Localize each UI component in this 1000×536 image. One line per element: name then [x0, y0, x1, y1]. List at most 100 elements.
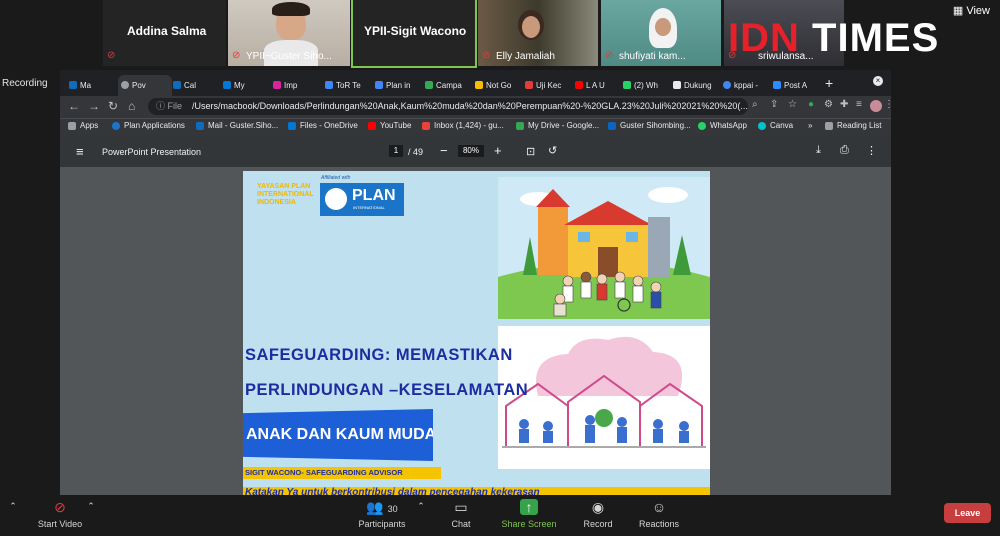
more-options-icon[interactable]: ⋮: [866, 144, 877, 157]
participant-tile[interactable]: ⊘ Elly Jamaliah: [478, 0, 598, 66]
bookmark-item[interactable]: Plan Applications: [112, 121, 185, 130]
recording-indicator: Recording: [2, 78, 48, 89]
participant-label: Elly Jamaliah: [496, 51, 555, 62]
extension-icon[interactable]: ⚙: [824, 99, 833, 110]
chat-button[interactable]: ▭ Chat: [444, 499, 478, 529]
bookmark-item[interactable]: Guster Sihombing...: [608, 121, 691, 130]
browser-tab-active[interactable]: Pov: [118, 75, 172, 96]
page-total: / 49: [408, 147, 424, 157]
forward-icon[interactable]: →: [88, 99, 100, 113]
affiliated-label: Affiliated with: [321, 175, 351, 181]
bookmark-label: Guster Sihombing...: [620, 121, 691, 130]
zoom-level-input[interactable]: 80%: [458, 145, 484, 157]
pdf-title: PowerPoint Presentation: [102, 147, 202, 157]
extension-icon[interactable]: ●: [808, 99, 814, 110]
fit-page-icon[interactable]: ⊡: [526, 145, 535, 158]
new-tab-button[interactable]: +: [825, 75, 833, 91]
leave-button[interactable]: Leave: [944, 503, 991, 523]
bookmark-item[interactable]: WhatsApp: [698, 121, 747, 130]
download-icon[interactable]: ⤓: [816, 144, 821, 157]
browser-tab[interactable]: Not Go: [472, 75, 524, 96]
participant-tile[interactable]: ⊘ shufiyati kam...: [601, 0, 721, 66]
plan-international-logo: PLAN INTERNATIONAL: [320, 183, 404, 216]
participant-count: 30: [387, 504, 398, 514]
reading-list-button[interactable]: Reading List: [825, 121, 881, 130]
page-number-input[interactable]: 1: [389, 145, 403, 157]
record-icon: ◉: [591, 499, 605, 515]
rotate-icon[interactable]: ↺: [548, 144, 557, 157]
tab-label: My: [234, 81, 245, 90]
browser-tab[interactable]: Plan in: [372, 75, 424, 96]
mic-muted-icon: ⊘: [605, 50, 614, 61]
home-icon[interactable]: ⌂: [128, 99, 135, 113]
bookmark-item[interactable]: Mail - Guster.Siho...: [196, 121, 278, 130]
browser-tab[interactable]: Campa: [422, 75, 476, 96]
tab-label: kppai -: [734, 81, 759, 90]
file-scheme-label: ⓘ File: [156, 101, 182, 111]
slide-title-line1: SAFEGUARDING: MEMASTIKAN: [245, 346, 513, 364]
bookmark-item[interactable]: Canva: [758, 121, 793, 130]
bookmark-apps[interactable]: Apps: [68, 121, 98, 130]
share-icon[interactable]: ⇪: [770, 99, 778, 110]
hamburger-menu-icon[interactable]: ≡: [76, 144, 84, 159]
houses-community-illustration: [498, 326, 710, 469]
browser-tab[interactable]: Ma: [66, 75, 118, 96]
zoom-out-button[interactable]: −: [440, 143, 448, 158]
participant-tile[interactable]: ⊘ YPII~Guster Siho...: [228, 0, 350, 66]
reading-list-icon[interactable]: ≡: [856, 99, 862, 110]
browser-tab[interactable]: Post A: [770, 75, 824, 96]
print-icon[interactable]: ⎙: [840, 144, 849, 157]
participants-options-caret[interactable]: ⌃: [414, 501, 428, 512]
browser-menu-icon[interactable]: ⋮: [884, 99, 891, 110]
start-video-button[interactable]: ⊘ Start Video: [32, 499, 88, 529]
tab-label: Campa: [436, 81, 462, 90]
browser-tab[interactable]: Cal: [170, 75, 222, 96]
participants-button[interactable]: 👥 30 Participants: [352, 499, 412, 529]
share-screen-icon: ↑: [520, 499, 538, 515]
bookmark-item[interactable]: YouTube: [368, 121, 411, 130]
reactions-button[interactable]: ☺ Reactions: [636, 499, 682, 529]
participant-label: YPII~Guster Siho...: [246, 51, 332, 62]
share-screen-label: Share Screen: [501, 519, 557, 529]
zoom-icon[interactable]: ⌕: [752, 99, 758, 110]
slide-page: YAYASAN PLAN INTERNATIONAL INDONESIA Aff…: [243, 171, 710, 495]
view-label: View: [966, 5, 990, 17]
participant-tile-active-speaker[interactable]: YPII-Sigit Wacono: [351, 0, 477, 68]
record-button[interactable]: ◉ Record: [578, 499, 618, 529]
close-window-icon[interactable]: ×: [873, 76, 883, 86]
audio-options-caret[interactable]: ⌃: [6, 501, 20, 512]
bookmarks-bar: Apps Plan Applications Mail - Guster.Sih…: [60, 118, 891, 137]
view-button[interactable]: ▦ View: [953, 4, 990, 17]
tab-label: Imp: [284, 81, 298, 90]
browser-tab[interactable]: L A U: [572, 75, 624, 96]
bookmark-item[interactable]: Files - OneDrive: [288, 121, 358, 130]
slide-title-line2: PERLINDUNGAN –KESELAMATAN: [245, 381, 529, 399]
tab-label: Dukung: [684, 81, 712, 90]
plan-logo-icon: [325, 188, 347, 210]
url-input[interactable]: ⓘ File/Users/macbook/Downloads/Perlindun…: [148, 98, 748, 115]
browser-tab[interactable]: Imp: [270, 75, 322, 96]
extensions-puzzle-icon[interactable]: ✚: [840, 99, 848, 110]
url-prefix: File: [167, 101, 183, 111]
reload-icon[interactable]: ↻: [108, 99, 118, 113]
browser-tab[interactable]: ToR Te: [322, 75, 374, 96]
bookmark-star-icon[interactable]: ☆: [788, 99, 797, 110]
browser-tab[interactable]: Uji Kec: [522, 75, 574, 96]
video-options-caret[interactable]: ⌃: [84, 501, 98, 512]
profile-avatar[interactable]: [870, 100, 882, 112]
browser-tab[interactable]: My: [220, 75, 272, 96]
back-icon[interactable]: ←: [68, 99, 80, 113]
pdf-viewer[interactable]: YAYASAN PLAN INTERNATIONAL INDONESIA Aff…: [60, 167, 891, 495]
bookmark-item[interactable]: My Drive - Google...: [516, 121, 599, 130]
tab-strip: Ma Pov Cal My Imp ToR Te Plan in Campa N…: [60, 70, 891, 96]
share-screen-button[interactable]: ↑ Share Screen: [498, 499, 560, 529]
participant-tile[interactable]: Addina Salma ⊘: [103, 0, 226, 66]
bookmark-item[interactable]: Inbox (1,424) - gu...: [422, 121, 504, 130]
plan-logo-subtext: INTERNATIONAL: [353, 205, 385, 210]
browser-tab[interactable]: (2) Wh: [620, 75, 674, 96]
browser-tab[interactable]: Dukung: [670, 75, 724, 96]
zoom-in-button[interactable]: +: [494, 143, 502, 158]
browser-tab[interactable]: kppai -: [720, 75, 774, 96]
bookmarks-overflow-icon[interactable]: »: [808, 121, 812, 130]
chat-label: Chat: [451, 519, 471, 529]
